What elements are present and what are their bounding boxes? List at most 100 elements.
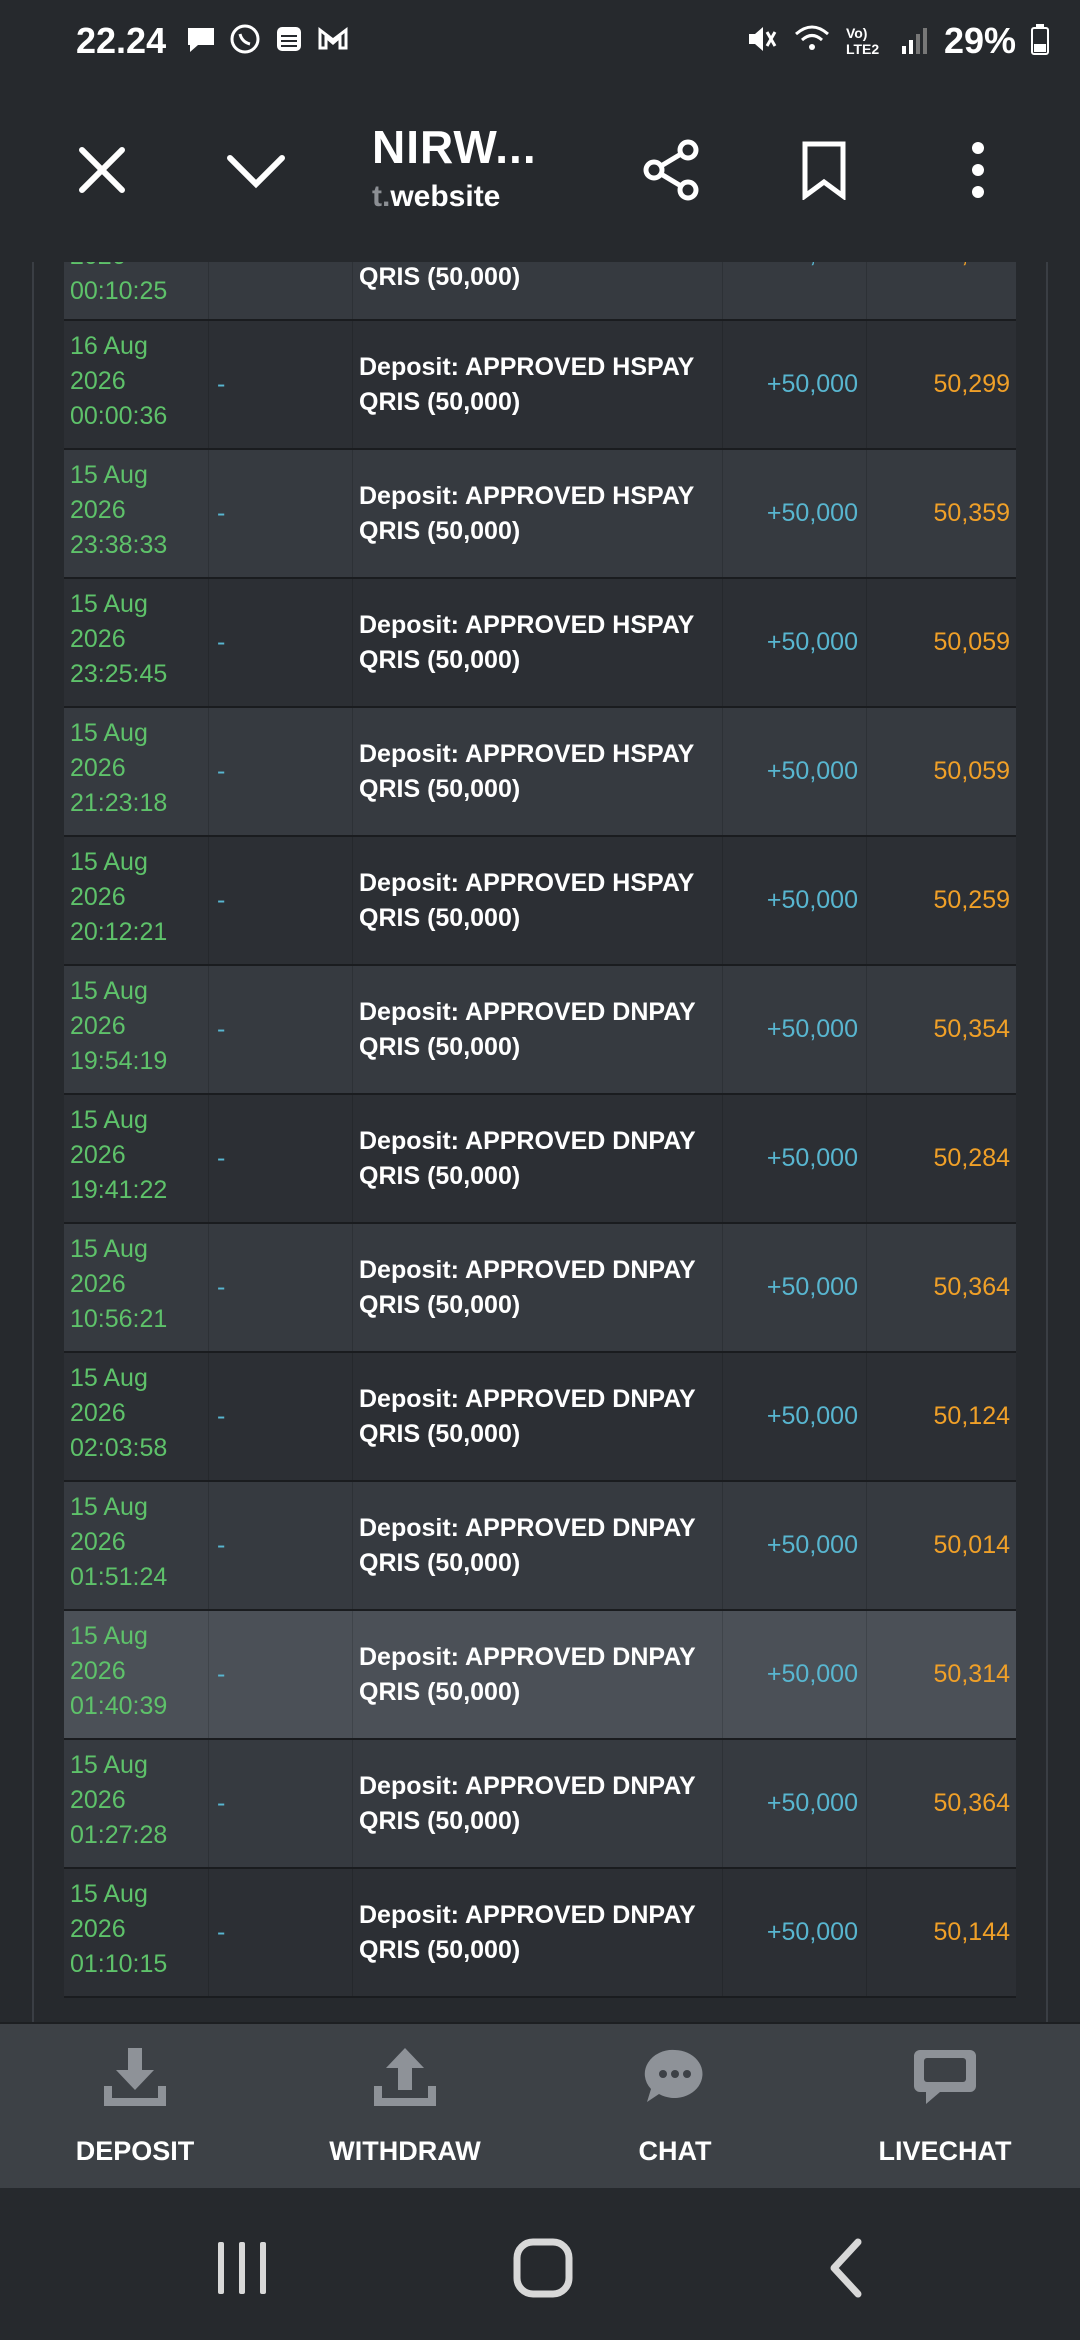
- table-row[interactable]: 15 Aug 2026 19:41:22 - Deposit: APPROVED DNP…: [64, 1095, 1016, 1224]
- table-row[interactable]: 15 Aug 2026 23:25:45 - Deposit: APPROVED HSP…: [64, 579, 1016, 708]
- row-date: 15 Aug: [70, 977, 148, 1005]
- row-description-line2: QRIS (50,000): [359, 1032, 521, 1061]
- row-datetime: 15 Aug 2026 23:25:45: [64, 579, 208, 706]
- row-time: 02:03:58: [70, 1434, 168, 1462]
- row-reference: -: [208, 1611, 352, 1738]
- row-description: Deposit: APPROVED DNPAY QRIS (50,000): [352, 1482, 722, 1609]
- more-vert-icon[interactable]: [938, 130, 1018, 210]
- row-description-line1: Deposit: APPROVED DNPAY: [359, 1900, 696, 1929]
- row-description: Deposit: APPROVED DNPAY QRIS (50,000): [352, 1611, 722, 1738]
- table-row[interactable]: 15 Aug 2026 21:23:18 - Deposit: APPROVED HSP…: [64, 708, 1016, 837]
- transaction-history: 202600:10:25-QRIS (50,000)+50,00050,3391…: [0, 262, 1080, 2022]
- row-balance: 50,364: [866, 1224, 1016, 1351]
- row-description: QRIS (50,000): [352, 262, 722, 319]
- row-description-text: Deposit: APPROVED HSPAY QRIS (50,000): [359, 866, 694, 936]
- row-amount: +50,000: [722, 966, 866, 1093]
- page-title-block[interactable]: NIRW... t.website: [372, 120, 537, 214]
- row-description-line1: Deposit: APPROVED DNPAY: [359, 1642, 696, 1671]
- chat-button[interactable]: CHAT: [540, 2024, 810, 2190]
- row-datetime: 15 Aug 2026 23:38:33: [64, 450, 208, 577]
- table-row[interactable]: 15 Aug 2026 01:51:24 - Deposit: APPROVED DNP…: [64, 1482, 1016, 1611]
- livechat-button[interactable]: LIVECHAT: [810, 2024, 1080, 2190]
- system-nav-bar: [0, 2188, 1080, 2340]
- chat-label: CHAT: [638, 2136, 712, 2166]
- row-datetime: 15 Aug 2026 10:56:21: [64, 1224, 208, 1351]
- row-datetime: 16 Aug 2026 00:00:36: [64, 321, 208, 448]
- table-row[interactable]: 15 Aug 2026 01:40:39 - Deposit: APPROVED DNP…: [64, 1611, 1016, 1740]
- row-reference: -: [208, 1869, 352, 1996]
- table-row[interactable]: 15 Aug 2026 10:56:21 - Deposit: APPROVED DNP…: [64, 1224, 1016, 1353]
- chevron-down-icon[interactable]: [216, 130, 296, 210]
- row-balance: 50,059: [866, 708, 1016, 835]
- page-url: t.website: [372, 180, 537, 214]
- table-row[interactable]: 15 Aug 2026 02:03:58 - Deposit: APPROVED DNP…: [64, 1353, 1016, 1482]
- row-description-line1: Deposit: APPROVED HSPAY: [359, 868, 695, 897]
- row-description-line2: QRIS (50,000): [359, 1419, 521, 1448]
- row-balance: 50,284: [866, 1095, 1016, 1222]
- withdraw-label: WITHDRAW: [329, 2136, 481, 2166]
- row-datetime: 15 Aug 2026 20:12:21: [64, 837, 208, 964]
- row-year: 2026: [70, 1528, 126, 1556]
- back-icon[interactable]: [806, 2228, 886, 2308]
- row-amount: +50,000: [722, 1740, 866, 1867]
- share-icon[interactable]: [632, 130, 712, 210]
- row-description-text: Deposit: APPROVED HSPAY QRIS (50,000): [359, 350, 694, 420]
- bookmark-icon[interactable]: [784, 130, 864, 210]
- row-description: Deposit: APPROVED DNPAY QRIS (50,000): [352, 1224, 722, 1351]
- row-year: 2026: [70, 1786, 126, 1814]
- row-description-line1: Deposit: APPROVED DNPAY: [359, 997, 696, 1026]
- bottom-action-bar: DEPOSIT WITHDRAW CHAT LIVECHAT: [0, 2022, 1080, 2190]
- row-description-text: Deposit: APPROVED HSPAY QRIS (50,000): [359, 737, 694, 807]
- url-prefix: t.: [372, 180, 391, 213]
- row-datetime: 15 Aug 2026 01:10:15: [64, 1869, 208, 1996]
- row-description-line1: Deposit: APPROVED DNPAY: [359, 1126, 696, 1155]
- row-datetime: 2026 00:10:25: [64, 262, 208, 319]
- row-description-line2: QRIS (50,000): [359, 1935, 521, 1964]
- row-reference: -: [208, 1482, 352, 1609]
- row-description: Deposit: APPROVED DNPAY QRIS (50,000): [352, 1095, 722, 1222]
- row-amount: +50,000: [722, 321, 866, 448]
- row-date: 15 Aug: [70, 590, 148, 618]
- wifi-icon: [792, 22, 832, 61]
- status-time: 22.24: [76, 20, 167, 61]
- row-date: 15 Aug: [70, 1751, 148, 1779]
- row-year: 2026: [70, 883, 126, 911]
- row-balance: 50,364: [866, 1740, 1016, 1867]
- table-row[interactable]: 15 Aug 2026 23:38:33 - Deposit: APPROVED HSP…: [64, 450, 1016, 579]
- table-row[interactable]: 15 Aug 2026 19:54:19 - Deposit: APPROVED DNP…: [64, 966, 1016, 1095]
- close-icon[interactable]: [62, 130, 142, 210]
- row-description-text: Deposit: APPROVED HSPAY QRIS (50,000): [359, 479, 694, 549]
- recents-icon[interactable]: [202, 2228, 282, 2308]
- table-row[interactable]: 15 Aug 2026 20:12:21 - Deposit: APPROVED HSP…: [64, 837, 1016, 966]
- row-description-text: Deposit: APPROVED DNPAY QRIS (50,000): [359, 1382, 696, 1452]
- row-amount: +50,000: [722, 1095, 866, 1222]
- row-description: Deposit: APPROVED DNPAY QRIS (50,000): [352, 1869, 722, 1996]
- row-description: Deposit: APPROVED HSPAY QRIS (50,000): [352, 708, 722, 835]
- row-datetime: 15 Aug 2026 19:54:19: [64, 966, 208, 1093]
- row-description: Deposit: APPROVED HSPAY QRIS (50,000): [352, 579, 722, 706]
- row-amount: +50,000: [722, 450, 866, 577]
- row-amount: +50,000: [722, 1353, 866, 1480]
- table-row[interactable]: 2026 00:10:25 -QRIS (50,000) +50,00050,339: [64, 262, 1016, 321]
- row-year: 2026: [70, 1657, 126, 1685]
- table-row[interactable]: 15 Aug 2026 01:27:28 - Deposit: APPROVED DNP…: [64, 1740, 1016, 1869]
- deposit-button[interactable]: DEPOSIT: [0, 2024, 270, 2190]
- row-time: 23:25:45: [70, 660, 168, 688]
- row-year: 2026: [70, 1012, 126, 1040]
- row-description-line2: QRIS (50,000): [359, 645, 521, 674]
- table-row[interactable]: 15 Aug 2026 01:10:15 - Deposit: APPROVED DNP…: [64, 1869, 1016, 1998]
- row-time: 23:38:33: [70, 531, 168, 559]
- home-icon[interactable]: [503, 2228, 583, 2308]
- notification-icons: [184, 22, 350, 56]
- row-balance: 50,144: [866, 1869, 1016, 1996]
- row-reference: -: [208, 579, 352, 706]
- row-time: 20:12:21: [70, 918, 168, 946]
- table-row[interactable]: 16 Aug 2026 00:00:36 - Deposit: APPROVED HSP…: [64, 321, 1016, 450]
- row-datetime: 15 Aug 2026 01:27:28: [64, 1740, 208, 1867]
- withdraw-button[interactable]: WITHDRAW: [270, 2024, 540, 2190]
- row-reference: -: [208, 1095, 352, 1222]
- deposit-label: DEPOSIT: [75, 2136, 195, 2166]
- row-time: 00:00:36: [70, 402, 168, 430]
- row-reference: -: [208, 1224, 352, 1351]
- row-description-line1: Deposit: APPROVED HSPAY: [359, 610, 695, 639]
